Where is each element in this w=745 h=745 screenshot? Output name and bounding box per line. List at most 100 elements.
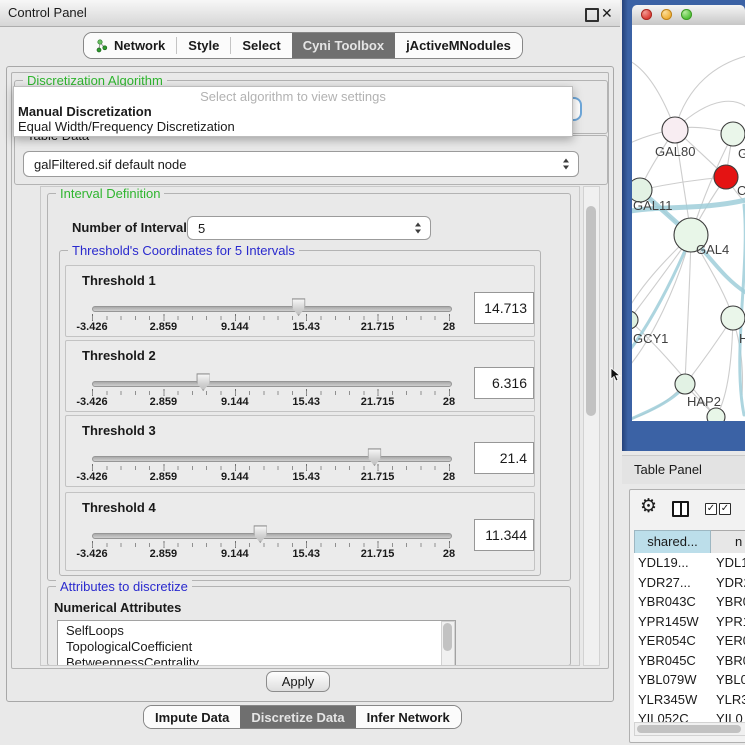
table-row[interactable]: YIL052CYIL0 [634, 709, 745, 722]
slider-track[interactable] [92, 533, 452, 539]
table-row[interactable]: YBL079WYBL0 [634, 670, 745, 690]
tab-jactivemnodules[interactable]: jActiveMNodules [395, 33, 522, 58]
settings-scroll-viewport: Interval Definition Number of Intervals … [40, 186, 580, 666]
cell-shared-name: YBL079W [638, 670, 697, 690]
tab-infer-network[interactable]: Infer Network [356, 706, 461, 728]
cell-shared-name: YPR145W [638, 612, 699, 632]
checked-checkbox-icon[interactable]: ✓ [719, 503, 731, 515]
tab-label: Cyni Toolbox [303, 38, 384, 53]
threshold-label: Threshold 1 [82, 273, 156, 288]
tab-select[interactable]: Select [231, 33, 291, 58]
table-row[interactable]: YBR045C YBR0 [634, 651, 745, 671]
table-row[interactable]: YDR27...YDR2 [634, 573, 745, 593]
tick-label: 15.43 [292, 321, 320, 333]
slider-minor-ticks [92, 316, 451, 320]
screenshot-root: Control Panel ✕ NetworkStyleSelect Cyni T… [0, 0, 745, 745]
network-node-h[interactable] [721, 306, 745, 330]
tab-label: Impute Data [155, 710, 229, 725]
threshold-value-field[interactable]: 11.344 [474, 519, 534, 551]
spinner-arrows-icon [563, 159, 569, 170]
network-node-g[interactable] [721, 122, 745, 146]
network-node-label: HAP2 [687, 394, 721, 409]
numerical-attributes-list: SelfLoopsTopologicalCoefficientBetweenne… [57, 620, 456, 666]
network-node-label: G [738, 146, 745, 161]
control-panel-titlebar: Control Panel ✕ [0, 0, 620, 27]
table-horizontal-scrollbar[interactable] [634, 722, 745, 736]
mac-zoom-button[interactable] [681, 9, 692, 20]
tick-label: 9.144 [221, 471, 249, 483]
cell-name: YBR0 [716, 651, 745, 671]
column-header-shared[interactable]: shared... [634, 530, 711, 554]
tick-label: 2.859 [150, 471, 178, 483]
tab-label: Discretize Data [251, 710, 344, 725]
cell-shared-name: YDL19... [638, 553, 689, 573]
column-layout-icon[interactable] [672, 501, 689, 517]
tab-label: jActiveMNodules [406, 38, 511, 53]
table-horizontal-scrollbar-thumb[interactable] [637, 725, 741, 733]
threshold-panel-1: Threshold 1-3.4262.8599.14415.4321.71528… [65, 265, 535, 337]
table-row[interactable]: YLR345WYLR3 [634, 690, 745, 710]
settings-gear-icon[interactable]: ⚙ [640, 497, 657, 516]
attribute-item[interactable]: BetweennessCentrality [58, 655, 455, 666]
network-node-hap2[interactable] [675, 374, 695, 394]
tick-label: 21.715 [361, 396, 395, 408]
threshold-value-field[interactable]: 21.4 [474, 442, 534, 474]
attribute-item[interactable]: SelfLoops [58, 623, 455, 639]
list-scrollbar[interactable] [441, 621, 455, 666]
tick-label: 28 [443, 471, 455, 483]
network-node-label: GAL11 [633, 198, 673, 213]
cell-name: YIL0 [716, 709, 743, 722]
network-node[interactable] [707, 408, 725, 421]
tab-impute-data[interactable]: Impute Data [144, 706, 240, 728]
tick-label: 2.859 [150, 548, 178, 560]
slider-track[interactable] [92, 456, 452, 462]
slider-minor-ticks [92, 391, 451, 395]
float-window-icon[interactable] [585, 8, 599, 22]
number-of-intervals-combobox[interactable]: 5 [187, 216, 431, 240]
network-graph: GAL80GCGAL11GAL4GCY1HHAP2 [632, 25, 745, 421]
network-canvas[interactable]: GAL80GCGAL11GAL4GCY1HHAP2 [632, 25, 745, 421]
tab-discretize-data[interactable]: Discretize Data [240, 706, 355, 728]
network-node-label: GAL4 [696, 242, 729, 257]
apply-button[interactable]: Apply [266, 671, 330, 692]
table-rows: YDL19...YDL1YDR27...YDR2YBR043CYBR0YPR14… [634, 553, 745, 722]
tick-label: 9.144 [221, 321, 249, 333]
close-icon[interactable]: ✕ [601, 0, 613, 26]
table-row[interactable]: YPR145WYPR1 [634, 612, 745, 632]
mac-minimize-button[interactable] [661, 9, 672, 20]
settings-vertical-scrollbar-thumb[interactable] [586, 206, 596, 416]
tick-label: 15.43 [292, 471, 320, 483]
network-node-c[interactable] [714, 165, 738, 189]
network-node-label: H [739, 331, 745, 346]
cell-name: YER0 [716, 631, 745, 651]
algorithm-prompt: Select algorithm to view settings [14, 89, 572, 104]
threshold-value-field[interactable]: 6.316 [474, 367, 534, 399]
checked-checkbox-icon[interactable]: ✓ [705, 503, 717, 515]
number-of-intervals-value: 5 [198, 221, 205, 236]
tick-label: 9.144 [221, 396, 249, 408]
attribute-item[interactable]: TopologicalCoefficient [58, 639, 455, 655]
network-node-gcy1[interactable] [632, 311, 638, 329]
table-row[interactable]: YER054CYER0 [634, 631, 745, 651]
tab-style[interactable]: Style [177, 33, 230, 58]
cell-shared-name: YBR045C [638, 651, 696, 671]
network-node-gal80[interactable] [662, 117, 688, 143]
algorithm-option-equal-width[interactable]: Equal Width/Frequency Discretization [18, 119, 235, 134]
table-row[interactable]: YDL19...YDL1 [634, 553, 745, 573]
list-scrollbar-thumb[interactable] [443, 623, 452, 651]
settings-vertical-scrollbar[interactable] [583, 186, 600, 666]
algorithm-option-manual[interactable]: Manual Discretization [18, 104, 152, 119]
interval-definition-group: Interval Definition Number of Intervals … [47, 193, 571, 581]
tab-cyni-toolbox[interactable]: Cyni Toolbox [292, 33, 395, 58]
column-header-name[interactable]: n [711, 530, 745, 554]
table-row[interactable]: YBR043CYBR0 [634, 592, 745, 612]
slider-track[interactable] [92, 306, 452, 312]
network-node-label: C [737, 183, 745, 198]
table-data-combobox[interactable]: galFiltered.sif default node [23, 151, 579, 177]
tab-network[interactable]: Network [84, 33, 176, 58]
threshold-value-field[interactable]: 14.713 [474, 292, 534, 324]
mac-close-button[interactable] [641, 9, 652, 20]
tick-label: 21.715 [361, 548, 395, 560]
slider-track[interactable] [92, 381, 452, 387]
threshold-panel-2: Threshold 2-3.4262.8599.14415.4321.71528… [65, 340, 535, 412]
